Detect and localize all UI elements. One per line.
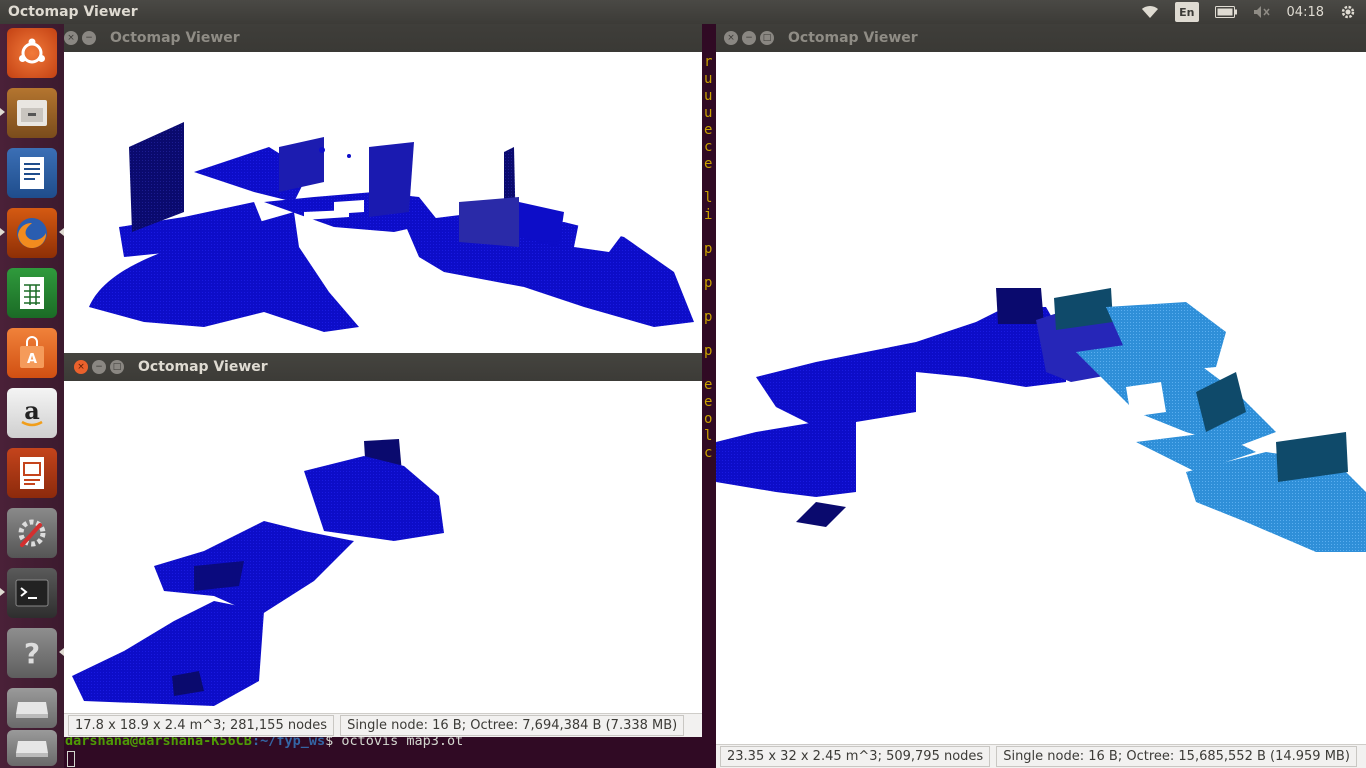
software-center-button[interactable]: A <box>7 328 57 378</box>
octomap-window-bottom-left[interactable]: × − □ Octomap Viewer 17.8 x 18.9 x 2.4 m… <box>64 353 702 737</box>
terminal-partial-line: e <box>704 122 713 138</box>
terminal-partial-line: p <box>704 343 713 359</box>
ubuntu-dash-button[interactable] <box>7 28 57 78</box>
terminal-partial-line <box>704 326 716 343</box>
writer-document-icon <box>20 157 44 189</box>
close-icon[interactable]: × <box>724 31 738 45</box>
maximize-icon[interactable]: □ <box>760 31 774 45</box>
maximize-icon[interactable]: □ <box>110 360 124 374</box>
terminal-cursor <box>67 751 75 767</box>
memory-usage-status: Single node: 16 B; Octree: 15,685,552 B … <box>996 746 1357 767</box>
window-title: Octomap Viewer <box>138 359 268 375</box>
terminal-partial-line: u <box>704 71 713 87</box>
map-dimensions-status: 23.35 x 32 x 2.45 m^3; 509,795 nodes <box>720 746 991 767</box>
calc-spreadsheet-icon <box>20 277 44 309</box>
octomap-window-right[interactable]: × − □ Octomap Viewer 23.35 x 32 x 2.45 m… <box>716 24 1366 768</box>
settings-gear-icon[interactable] <box>1340 2 1356 22</box>
sound-muted-icon[interactable] <box>1253 2 1271 22</box>
libreoffice-calc-button[interactable] <box>7 268 57 318</box>
clock[interactable]: 04:18 <box>1287 2 1324 22</box>
launcher: A a ? <box>0 24 64 768</box>
impress-presentation-icon <box>20 457 44 489</box>
wrench-gear-icon <box>18 519 46 547</box>
terminal-partial-line <box>704 360 716 377</box>
file-cabinet-icon <box>17 100 47 126</box>
close-icon[interactable]: × <box>74 360 88 374</box>
minimize-icon[interactable]: − <box>92 360 106 374</box>
close-icon[interactable]: × <box>64 31 78 45</box>
battery-icon[interactable] <box>1214 2 1237 22</box>
files-button[interactable] <box>7 88 57 138</box>
titlebar[interactable]: × − □ Octomap Viewer <box>64 353 702 381</box>
drive-2-button[interactable] <box>7 730 57 766</box>
octomap-3d-view[interactable] <box>64 381 702 713</box>
terminal-partial-line: e <box>704 377 713 393</box>
terminal-partial-line: p <box>704 309 713 325</box>
minimize-icon[interactable]: − <box>742 31 756 45</box>
terminal-partial-line: e <box>704 394 713 410</box>
titlebar[interactable]: × − Octomap Viewer <box>64 24 702 52</box>
memory-usage-status: Single node: 16 B; Octree: 7,694,384 B (… <box>340 715 685 736</box>
svg-text:a: a <box>24 396 40 425</box>
keyboard-layout-indicator[interactable]: En <box>1175 2 1199 22</box>
ubuntu-logo-icon <box>19 38 45 64</box>
octomap-3d-view[interactable] <box>64 52 702 354</box>
terminal-partial-line: l <box>704 190 713 206</box>
status-bar: 17.8 x 18.9 x 2.4 m^3; 281,155 nodes Sin… <box>64 713 702 737</box>
terminal-partial-line <box>704 173 716 190</box>
octomap-3d-view[interactable] <box>716 52 1366 744</box>
map-dimensions-status: 17.8 x 18.9 x 2.4 m^3; 281,155 nodes <box>68 715 335 736</box>
terminal-partial-line: e <box>704 156 713 172</box>
status-bar: 23.35 x 32 x 2.45 m^3; 509,795 nodes Sin… <box>716 744 1366 768</box>
terminal-partial-line: u <box>704 105 713 121</box>
titlebar[interactable]: × − □ Octomap Viewer <box>716 24 1366 52</box>
firefox-icon <box>17 218 47 249</box>
drive-1-button[interactable] <box>7 688 57 728</box>
window-title: Octomap Viewer <box>110 30 240 46</box>
window-title: Octomap Viewer <box>788 30 918 46</box>
system-tray: En 04:18 <box>1141 2 1366 22</box>
terminal-partial-line <box>704 292 716 309</box>
octomap-voxel-render <box>72 439 444 706</box>
terminal-partial-line: o <box>704 411 713 427</box>
octomap-voxel-render <box>89 122 694 332</box>
wifi-icon[interactable] <box>1141 2 1159 22</box>
terminal-partial-line: i <box>704 207 713 223</box>
terminal-partial-line: p <box>704 275 713 291</box>
octomap-window-top-left[interactable]: × − Octomap Viewer <box>64 24 702 354</box>
hard-drive-icon <box>16 702 48 718</box>
question-mark-icon: ? <box>24 637 40 670</box>
amazon-logo-icon: a <box>21 396 43 427</box>
terminal-partial-line: c <box>704 445 713 461</box>
minimize-icon[interactable]: − <box>82 31 96 45</box>
terminal-prompt-icon <box>15 579 49 607</box>
firefox-button[interactable] <box>7 208 57 258</box>
top-panel: Octomap Viewer En 04:18 <box>0 0 1366 24</box>
libreoffice-impress-button[interactable] <box>7 448 57 498</box>
terminal-partial-line <box>704 224 716 241</box>
svg-text:?: ? <box>24 637 40 670</box>
terminal-partial-output: ruuuece li p p p p eeolc <box>704 54 716 462</box>
terminal-partial-line: p <box>704 241 713 257</box>
help-button[interactable]: ? <box>7 628 57 678</box>
terminal-partial-line: l <box>704 428 713 444</box>
active-window-title: Octomap Viewer <box>8 4 138 20</box>
libreoffice-writer-button[interactable] <box>7 148 57 198</box>
system-settings-button[interactable] <box>7 508 57 558</box>
amazon-button[interactable]: a <box>7 388 57 438</box>
terminal-button[interactable] <box>7 568 57 618</box>
removable-drive-icon <box>16 741 48 757</box>
terminal-partial-line: c <box>704 139 713 155</box>
octomap-voxel-render <box>716 288 1366 552</box>
terminal-partial-line: u <box>704 88 713 104</box>
terminal-partial-line: r <box>704 54 713 70</box>
terminal-partial-line <box>704 258 716 275</box>
svg-text:A: A <box>27 352 37 367</box>
shopping-bag-icon: A <box>20 336 44 368</box>
